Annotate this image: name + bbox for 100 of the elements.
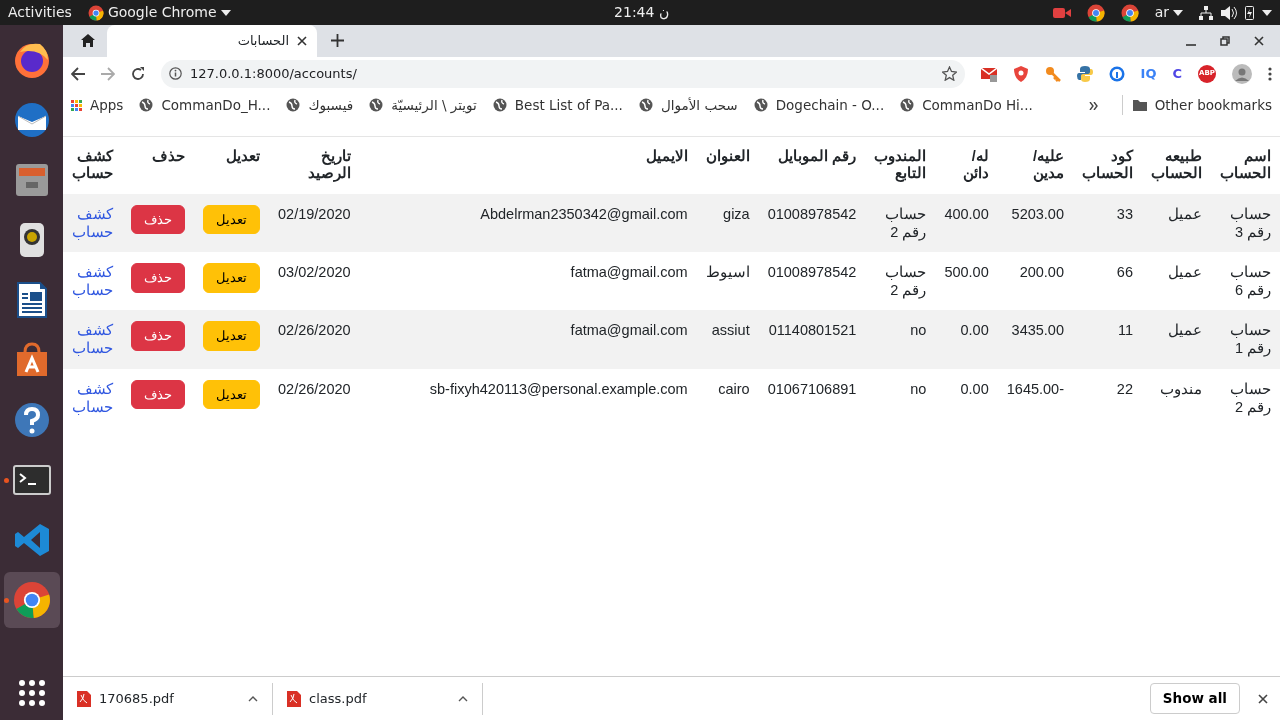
dock-item[interactable] <box>3 572 60 628</box>
table-cell: عميل <box>1142 252 1211 311</box>
table-cell: 03/02/2020 <box>269 252 360 311</box>
table-cell: 33 <box>1073 193 1142 253</box>
column-header: الايميل <box>359 136 697 194</box>
menu-icon[interactable] <box>1268 66 1272 81</box>
back-icon[interactable] <box>71 66 85 81</box>
app-menu[interactable]: Google Chrome <box>87 2 231 23</box>
app-grid-icon[interactable] <box>18 680 45 706</box>
globe-icon <box>753 98 768 112</box>
caret-icon <box>220 9 231 16</box>
info-icon[interactable] <box>1108 65 1125 82</box>
statement-link[interactable]: كشف حساب <box>72 263 113 300</box>
table-cell: 500.00 <box>935 252 998 311</box>
bookmark-link[interactable]: سحب الأموال <box>638 94 738 116</box>
column-header: العنوان <box>696 136 759 194</box>
delete-button[interactable]: حذف <box>131 263 185 293</box>
bookmark-folder[interactable]: Other bookmarks <box>1121 94 1272 116</box>
clock[interactable]: ن 21:44 <box>614 2 670 23</box>
extension-button[interactable]: IQ <box>1140 63 1157 84</box>
home-icon[interactable] <box>81 34 95 47</box>
bookmark-link[interactable]: تويتر \ الرئيسيّة <box>369 94 477 116</box>
statement-link[interactable]: كشف حساب <box>72 379 113 416</box>
restore-icon[interactable] <box>1220 36 1230 46</box>
table-cell: حساب رقم 2 <box>865 252 936 311</box>
close-icon[interactable] <box>1254 36 1264 46</box>
activities-button[interactable]: Activities <box>8 2 72 23</box>
table-cell: 0.00 <box>935 310 998 369</box>
language-menu[interactable]: ar <box>1154 2 1183 23</box>
info-icon <box>169 67 182 80</box>
delete-button[interactable]: حذف <box>131 204 185 235</box>
column-header: كشف حساب <box>63 136 122 194</box>
bookmark-link[interactable]: Best List of Pa... <box>492 94 623 116</box>
edit-button[interactable]: تعديل <box>203 204 260 235</box>
table-cell: 200.00 <box>997 252 1073 311</box>
column-header: تعديل <box>194 136 269 194</box>
bookmark-link[interactable]: CommanDo_H... <box>139 94 271 116</box>
table-cell: 400.00 <box>935 193 998 253</box>
chrome-icon <box>11 580 52 620</box>
reload-icon[interactable] <box>131 66 145 81</box>
globe-icon <box>492 98 507 112</box>
new-tab-icon[interactable] <box>331 34 344 47</box>
address-bar[interactable]: 127.0.0.1:8000/accounts/ <box>161 59 965 88</box>
column-header: تاريخ الرصيد <box>269 136 360 194</box>
chevron-up-icon <box>458 695 468 702</box>
table-cell: 01008978542 <box>758 193 866 253</box>
show-all-button[interactable]: Show all <box>1149 683 1240 714</box>
star-icon[interactable] <box>941 66 957 81</box>
table-cell: حساب رقم 2 <box>865 193 936 253</box>
download-item[interactable]: class.pdf <box>273 682 483 715</box>
mail-icon[interactable] <box>980 65 997 82</box>
system-menu[interactable] <box>1199 5 1272 20</box>
table-cell: حساب رقم 6 <box>1211 252 1280 311</box>
delete-button[interactable]: حذف <box>131 321 185 351</box>
bookmark-link[interactable]: CommanDo Hi... <box>900 94 1033 116</box>
battery-icon <box>1245 5 1254 20</box>
chrome-icon <box>1086 3 1105 22</box>
table-cell: giza <box>696 193 759 253</box>
browser-tab[interactable]: الحسابات <box>107 25 317 57</box>
table-cell: fatma@gmail.com <box>359 310 697 369</box>
download-item[interactable]: 170685.pdf <box>63 682 273 715</box>
column-header: حذف <box>122 136 194 194</box>
bookmark-link[interactable]: Apps <box>71 94 124 116</box>
column-header: اسم الحساب <box>1211 136 1280 194</box>
table-cell: no <box>865 310 936 369</box>
table-cell: 01008978542 <box>758 252 866 311</box>
pdf-file-icon <box>287 690 301 707</box>
shield-icon[interactable] <box>1012 65 1029 82</box>
table-cell: حساب رقم 1 <box>1211 310 1280 369</box>
table-cell: عميل <box>1142 193 1211 253</box>
table-cell: 02/19/2020 <box>269 193 360 253</box>
globe-icon <box>369 98 384 112</box>
edit-button[interactable]: تعديل <box>203 379 260 410</box>
edit-button[interactable]: تعديل <box>203 321 260 351</box>
delete-button[interactable]: حذف <box>131 379 185 410</box>
caret-icon <box>1173 9 1183 16</box>
globe-icon <box>286 98 301 112</box>
bookmark-link[interactable]: Dogechain - O... <box>753 94 885 116</box>
extension-button[interactable]: C <box>1172 63 1182 84</box>
edit-button[interactable]: تعديل <box>203 263 260 293</box>
close-icon[interactable] <box>297 36 307 46</box>
apps-grid-icon <box>71 99 82 111</box>
camera-icon <box>1052 6 1071 19</box>
chevron-up-icon <box>248 695 258 702</box>
table-cell: 5203.00 <box>997 193 1073 253</box>
column-header: كود الحساب <box>1073 136 1142 194</box>
avatar-icon[interactable] <box>1232 63 1252 84</box>
table-cell: 66 <box>1073 252 1142 311</box>
close-icon[interactable] <box>1258 693 1268 704</box>
bookmark-link[interactable]: فيسبوك <box>286 94 354 116</box>
table-cell: fatma@gmail.com <box>359 252 697 311</box>
column-header: رقم الموبايل <box>758 136 866 194</box>
table-cell: اسيوط <box>696 252 759 311</box>
column-header: عليه/ مدين <box>997 136 1073 194</box>
table-cell: 01140801521 <box>758 310 866 369</box>
table-cell: 3435.00 <box>997 310 1073 369</box>
python-icon[interactable] <box>1076 65 1093 82</box>
pdf-file-icon <box>77 690 91 707</box>
globe-icon <box>139 98 154 112</box>
table-cell: 02/26/2020 <box>269 310 360 369</box>
